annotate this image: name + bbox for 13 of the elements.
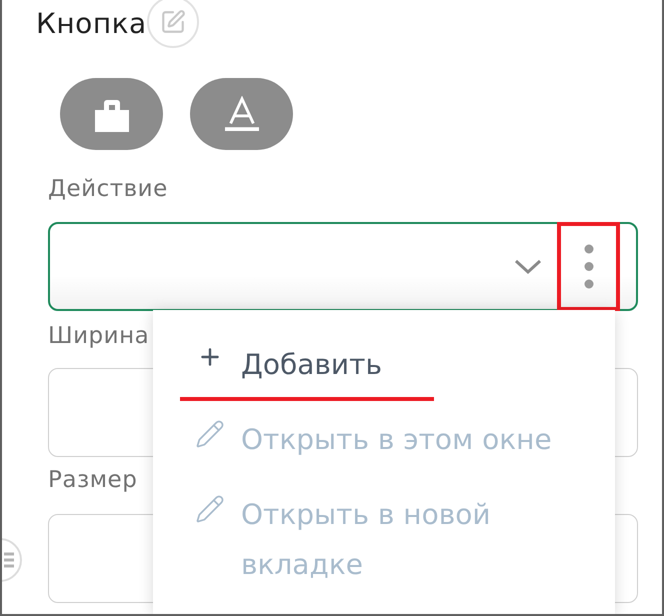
field-label: Ширина [48,322,150,351]
text-format-icon [224,96,258,132]
menu-item[interactable]: Добавить [153,326,615,401]
field-label: Размер [48,466,138,495]
field-label: Действие [48,175,168,204]
panel-title: Кнопка [36,6,147,42]
more-vertical-icon [584,244,594,289]
select-field[interactable] [48,222,638,311]
pencil-square-icon [160,9,186,35]
chevron-down-icon[interactable] [514,258,542,274]
pencil-icon [195,419,225,449]
pencil-icon [195,494,225,524]
more-button[interactable] [584,244,594,289]
